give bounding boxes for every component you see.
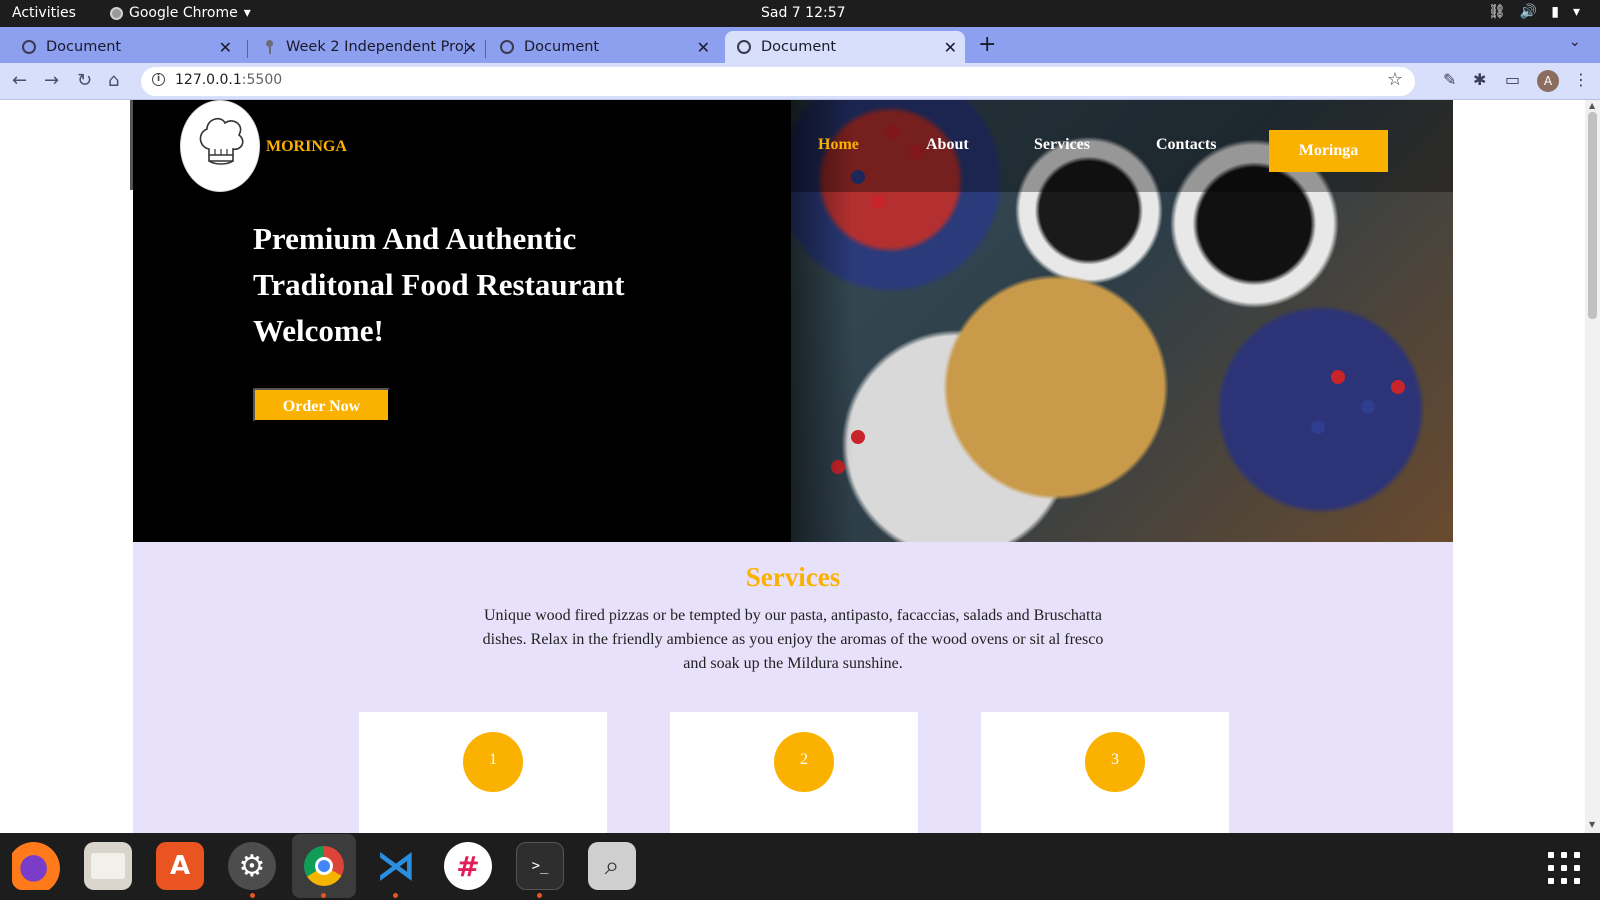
power-menu-icon[interactable]: ▾ [1573, 4, 1580, 20]
order-now-button[interactable]: Order Now [253, 388, 390, 422]
close-icon[interactable]: ✕ [464, 38, 477, 57]
hero-headline: Premium And Authentic Traditonal Food Re… [253, 216, 683, 354]
url-host: 127.0.0.1 [175, 72, 242, 88]
nav-link-home[interactable]: Home [818, 136, 859, 154]
tab-document-2[interactable]: Document ✕ [478, 31, 718, 63]
hero-headline-line3: Welcome! [253, 313, 384, 348]
profile-avatar[interactable]: A [1537, 70, 1559, 92]
berry-shape [851, 430, 865, 444]
kebab-menu-icon[interactable]: ⋮ [1573, 70, 1589, 89]
new-tab-button[interactable]: + [978, 32, 996, 57]
hero-headline-line1: Premium And Authentic [253, 221, 577, 256]
chrome-icon[interactable] [292, 834, 356, 898]
site-info-icon[interactable]: i [152, 73, 165, 86]
home-icon[interactable]: ⌂ [108, 70, 119, 91]
close-icon[interactable]: ✕ [697, 38, 710, 57]
service-card-2: 2 [670, 712, 918, 833]
berry-shape [1311, 420, 1325, 434]
cast-icon[interactable]: ▭ [1505, 70, 1520, 89]
caret-down-icon: ▾ [243, 5, 251, 21]
slack-icon[interactable]: # [444, 842, 492, 890]
tab-title: Document [46, 39, 122, 55]
tab-search-chevron-icon[interactable]: ⌄ [1569, 34, 1581, 50]
close-icon[interactable]: ✕ [944, 38, 957, 57]
clock[interactable]: Sad 7 12:57 [761, 5, 846, 21]
url-text[interactable]: 127.0.0.1:5500 [175, 72, 282, 88]
running-indicator [393, 893, 398, 898]
browser-toolbar: ← → ↻ ⌂ i 127.0.0.1:5500 ☆ ✎ ✱ ▭ A ⋮ [0, 63, 1600, 100]
scroll-up-arrow-icon[interactable]: ▲ [1589, 101, 1595, 110]
vscode-icon[interactable]: ⋊ [372, 842, 420, 890]
url-port: :5500 [241, 72, 283, 88]
logo[interactable] [180, 100, 260, 192]
battery-icon[interactable]: ▮ [1551, 4, 1559, 20]
globe-icon [22, 40, 36, 54]
tab-week2-project[interactable]: Week 2 Independent Proj ✕ [240, 31, 485, 63]
brand-name[interactable]: MORINGA [266, 138, 347, 156]
nav-link-services[interactable]: Services [1034, 136, 1090, 154]
reload-icon[interactable]: ↻ [77, 70, 92, 91]
service-card-3: 3 [981, 712, 1229, 833]
activities-button[interactable]: Activities [12, 5, 76, 21]
scrollbar-thumb[interactable] [1588, 112, 1597, 319]
nav-link-about[interactable]: About [926, 136, 969, 154]
service-number-badge: 1 [463, 732, 523, 792]
running-indicator [537, 893, 542, 898]
settings-icon[interactable]: ⚙ [228, 842, 276, 890]
berry-shape [1361, 400, 1375, 414]
system-top-bar: Activities Google Chrome ▾ Sad 7 12:57 ⛓… [0, 0, 1600, 27]
address-bar[interactable]: i 127.0.0.1:5500 ☆ [141, 67, 1415, 96]
berry-shape [1331, 370, 1345, 384]
globe-icon [737, 40, 751, 54]
service-number-badge: 2 [774, 732, 834, 792]
hero-section: MORINGA Home About Services Contacts Mor… [133, 100, 1453, 542]
scroll-down-arrow-icon[interactable]: ▼ [1589, 820, 1595, 829]
page-scrollbar[interactable]: ▲ ▼ [1585, 100, 1600, 833]
service-card-1: 1 [359, 712, 607, 833]
puzzle-extensions-icon[interactable]: ✱ [1473, 70, 1486, 89]
dock: A ⚙ ⋊ # >_ ⌕ [0, 833, 1600, 900]
berry-shape [871, 195, 885, 209]
tab-document-1[interactable]: Document ✕ [0, 31, 240, 63]
terminal-icon[interactable]: >_ [516, 842, 564, 890]
tab-title: Document [524, 39, 600, 55]
back-arrow-icon[interactable]: ← [12, 70, 27, 91]
hero-headline-line2: Traditonal Food Restaurant [253, 267, 625, 302]
tab-strip: Document ✕ Week 2 Independent Proj ✕ Doc… [0, 27, 1600, 63]
tab-title: Document [761, 39, 837, 55]
software-icon[interactable]: A [156, 842, 204, 890]
bookmark-star-icon[interactable]: ☆ [1387, 69, 1403, 90]
navbar: MORINGA Home About Services Contacts Mor… [133, 100, 1453, 192]
berry-shape [1391, 380, 1405, 394]
close-icon[interactable]: ✕ [219, 38, 232, 57]
app-menu-label: Google Chrome [129, 5, 238, 21]
screenshot-icon[interactable]: ⌕ [588, 842, 636, 890]
pen-extension-icon[interactable]: ✎ [1443, 70, 1456, 89]
network-icon[interactable]: ⛓ [1488, 4, 1506, 20]
system-tray[interactable]: ⛓ 🔊 ▮ ▾ [1488, 4, 1580, 20]
files-icon[interactable] [84, 842, 132, 890]
tab-document-active[interactable]: Document ✕ [725, 31, 965, 63]
nav-link-contacts[interactable]: Contacts [1156, 136, 1216, 154]
app-menu[interactable]: Google Chrome ▾ [110, 5, 251, 21]
pin-icon [262, 40, 276, 54]
services-heading: Services [745, 562, 841, 592]
forward-arrow-icon[interactable]: → [44, 70, 59, 91]
services-section: Services Unique wood fired pizzas or be … [133, 542, 1453, 833]
services-description: Unique wood fired pizzas or be tempted b… [482, 607, 1104, 672]
show-applications-grid-icon[interactable] [1548, 852, 1580, 884]
globe-icon [500, 40, 514, 54]
chef-hat-icon [199, 117, 244, 165]
firefox-icon[interactable] [12, 842, 60, 890]
moringa-nav-button[interactable]: Moringa [1269, 130, 1388, 172]
running-indicator [250, 893, 255, 898]
page-viewport: MORINGA Home About Services Contacts Mor… [0, 100, 1600, 833]
chrome-small-icon [110, 6, 123, 20]
volume-icon[interactable]: 🔊 [1520, 4, 1537, 20]
service-number-badge: 3 [1085, 732, 1145, 792]
running-indicator [321, 893, 326, 898]
tab-title: Week 2 Independent Proj [286, 39, 466, 55]
